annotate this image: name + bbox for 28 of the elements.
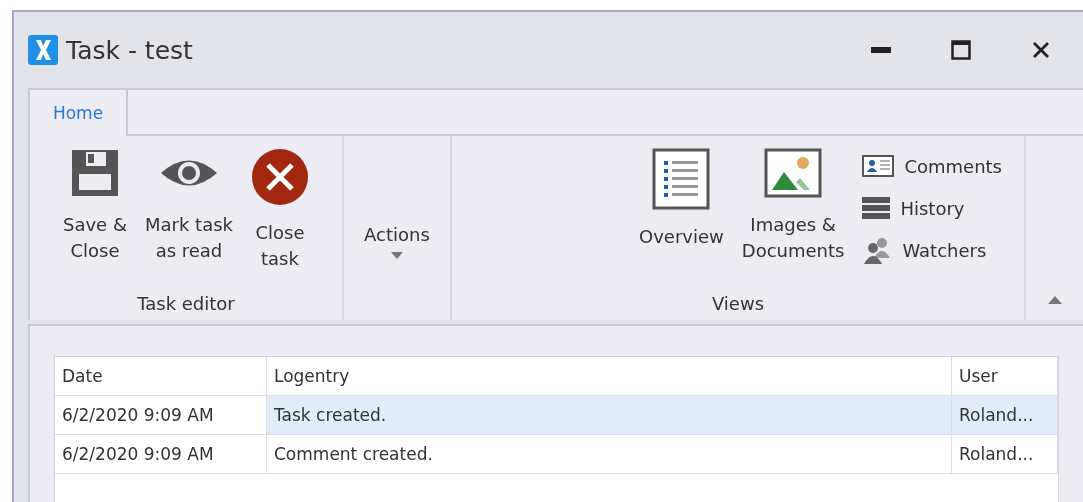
actions-dropdown[interactable]: Actions: [360, 146, 434, 314]
close-icon: [250, 148, 309, 206]
save-icon: [70, 148, 120, 198]
close-task-button[interactable]: Close task: [246, 146, 313, 293]
app-logo-icon: [28, 35, 58, 65]
image-icon: [764, 148, 823, 198]
table-cell: Task created.: [267, 396, 952, 434]
caret-icon: [391, 252, 403, 259]
mark-read-button[interactable]: Mark task as read: [140, 146, 237, 293]
collapse-ribbon-icon[interactable]: [1047, 296, 1062, 304]
close-icon: [1032, 41, 1050, 59]
list-icon: [652, 148, 711, 210]
view-button[interactable]: History: [858, 190, 1006, 226]
view-button[interactable]: Watchers: [858, 232, 1006, 268]
ribbon-tab[interactable]: Home: [30, 90, 128, 136]
people-icon: [862, 236, 893, 264]
table-cell: Roland...: [952, 396, 1058, 434]
minimize-icon: [871, 46, 891, 54]
group-label: Views: [711, 293, 765, 314]
overview-button[interactable]: Overview: [635, 146, 728, 293]
save-close-button[interactable]: Save & Close: [59, 146, 131, 293]
group-label: Task editor: [137, 293, 235, 314]
view-button[interactable]: Comments: [858, 148, 1006, 184]
window-title: Task - test: [66, 35, 194, 65]
images-documents-button[interactable]: Images & Documents: [737, 146, 849, 293]
contact-card-icon: [862, 155, 895, 177]
list-icon: [862, 197, 891, 219]
maximize-icon: [951, 40, 971, 60]
